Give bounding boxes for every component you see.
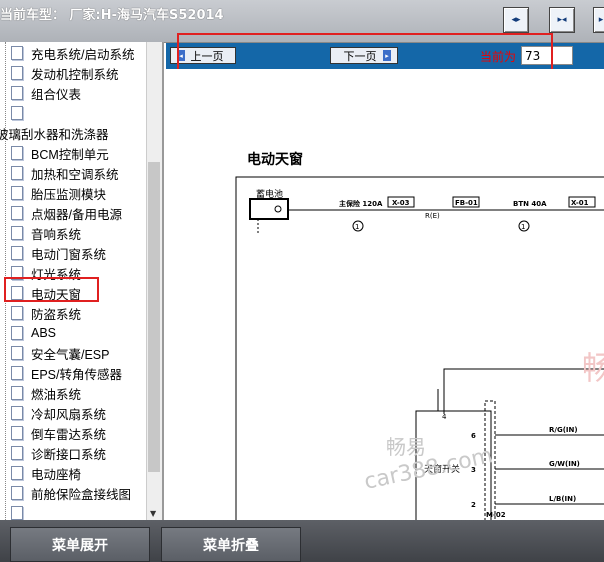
toolbar-expand-icon[interactable]: ◂▸ (503, 7, 529, 33)
sidebar-item-label: 玻璃刮水器和洗涤器 (0, 127, 109, 142)
sidebar-item-label: BCM控制单元 (31, 147, 109, 162)
document-icon (11, 306, 23, 320)
pin-2: 2 (471, 501, 476, 509)
sidebar-item-label: 组合仪表 (31, 87, 82, 102)
connector-x03: X-03 (392, 199, 410, 207)
fuse-ref-1b: 1 (521, 223, 525, 231)
diagram-title: 电动天窗 (247, 151, 303, 168)
wire-re-label: R(E) (425, 212, 440, 220)
pin-4: 4 (442, 413, 447, 421)
document-icon (11, 486, 23, 500)
diagram-viewer: 电动天窗 蓄电池 主保险 120A X-03 1 R(E) FB-01 BTN … (166, 69, 604, 520)
sidebar-item[interactable]: ABS (0, 323, 56, 343)
sidebar-item[interactable]: 前舱保险盒接线图 (0, 483, 131, 503)
document-icon (11, 186, 23, 200)
toolbar-fit-icon[interactable]: ▸ (593, 7, 604, 33)
sidebar-item-label: 发动机控制系统 (31, 67, 119, 82)
sidebar-item[interactable]: 加热和空调系统 (0, 163, 119, 183)
scroll-down-icon[interactable]: ▼ (150, 509, 156, 518)
sidebar-item[interactable]: 充电系统/启动系统 (0, 43, 134, 63)
connector-fb01: FB-01 (455, 199, 478, 207)
sidebar-item-label: 防盗系统 (31, 307, 82, 322)
fuse-ref-1a: 1 (355, 223, 359, 231)
wire-rg-label: R/G(IN) (549, 426, 578, 434)
sidebar-item-label: 燃油系统 (31, 387, 82, 402)
sidebar-item[interactable]: 胎压监测模块 (0, 183, 106, 203)
watermark-brand-red: 畅易 (582, 349, 604, 387)
connector-x01: X-01 (571, 199, 589, 207)
sidebar-item[interactable] (0, 103, 31, 123)
document-icon (11, 226, 23, 240)
vehicle-label: 当前车型： 厂家:H-海马汽车S52014 (0, 8, 224, 23)
sidebar-item[interactable]: 点烟器/备用电源 (0, 203, 122, 223)
sidebar-item-label: EPS/转角传感器 (31, 367, 122, 382)
document-icon (11, 66, 23, 80)
sidebar-item[interactable]: 音响系统 (0, 223, 81, 243)
menu-expand-button[interactable]: 菜单展开 (10, 527, 150, 562)
sidebar-item[interactable]: 发动机控制系统 (0, 63, 119, 83)
document-icon (11, 506, 23, 520)
connector-m02: M-02 (486, 511, 506, 519)
document-icon (11, 366, 23, 380)
sidebar-item-label: 电动座椅 (31, 467, 82, 482)
sidebar-item[interactable]: 诊断接口系统 (0, 443, 106, 463)
document-icon (11, 166, 23, 180)
sidebar-item[interactable]: 防盗系统 (0, 303, 81, 323)
document-icon (11, 106, 23, 120)
selected-item-highlight (4, 277, 99, 302)
sidebar-item-label: 加热和空调系统 (31, 167, 119, 182)
document-icon (11, 446, 23, 460)
pin-6: 6 (471, 432, 476, 440)
sidebar-item-label: 诊断接口系统 (31, 447, 107, 462)
sidebar-item-label: 胎压监测模块 (31, 187, 107, 202)
document-icon (11, 346, 23, 360)
sidebar-folder[interactable]: 玻璃刮水器和洗涤器 (0, 123, 109, 143)
battery-icon (249, 198, 289, 220)
sidebar-item[interactable] (0, 503, 31, 520)
wire-gw-label: G/W(IN) (549, 460, 580, 468)
document-icon (11, 146, 23, 160)
document-icon (11, 406, 23, 420)
sidebar-item-label: 充电系统/启动系统 (31, 47, 135, 62)
sidebar-item-label: 音响系统 (31, 227, 82, 242)
btn-fuse-label: BTN 40A (513, 200, 547, 208)
document-icon (11, 86, 23, 100)
sidebar-item[interactable]: 电动门窗系统 (0, 243, 106, 263)
main-fuse-label: 主保险 120A (339, 199, 383, 208)
wire-lb-label: L/B(IN) (549, 495, 576, 503)
sidebar-item[interactable]: 倒车雷达系统 (0, 423, 106, 443)
document-icon (11, 206, 23, 220)
sidebar-item-label: 倒车雷达系统 (31, 427, 107, 442)
watermark-brand: 畅易 (386, 435, 426, 459)
wiring-diagram: 电动天窗 蓄电池 主保险 120A X-03 1 R(E) FB-01 BTN … (235, 151, 604, 520)
sidebar-item[interactable]: 燃油系统 (0, 383, 81, 403)
sidebar-item[interactable]: BCM控制单元 (0, 143, 109, 163)
sidebar-item-label: ABS (31, 326, 57, 340)
toolbar-collapse-icon[interactable]: ▸◂ (549, 7, 575, 33)
sidebar-item-label: 电动门窗系统 (31, 247, 107, 262)
bottom-menu-bar: 菜单展开 菜单折叠 (0, 520, 604, 562)
sidebar-item[interactable]: 电动座椅 (0, 463, 81, 483)
sidebar-item[interactable]: 组合仪表 (0, 83, 81, 103)
watermark-site: car388.com (362, 443, 495, 495)
document-icon (11, 246, 23, 260)
sidebar-item[interactable]: EPS/转角传感器 (0, 363, 122, 383)
sidebar-scrollbar[interactable]: ▼ (146, 42, 162, 520)
sidebar-item[interactable]: 安全气囊/ESP (0, 343, 110, 363)
sidebar-item-label: 安全气囊/ESP (31, 347, 110, 362)
scrollbar-thumb[interactable] (148, 162, 160, 472)
document-icon (11, 466, 23, 480)
sidebar-item[interactable]: 冷却风扇系统 (0, 403, 106, 423)
document-icon (11, 386, 23, 400)
sidebar-item-label: 点烟器/备用电源 (31, 207, 122, 222)
sidebar-item-label: 冷却风扇系统 (31, 407, 107, 422)
document-icon (11, 426, 23, 440)
sidebar-tree: 充电系统/启动系统 发动机控制系统 组合仪表玻璃刮水器和洗涤器 BCM控制单元 加热和空… (0, 42, 164, 520)
menu-collapse-button[interactable]: 菜单折叠 (161, 527, 301, 562)
document-icon (11, 326, 23, 340)
sidebar-item-label: 前舱保险盒接线图 (31, 487, 132, 502)
document-icon (11, 46, 23, 60)
